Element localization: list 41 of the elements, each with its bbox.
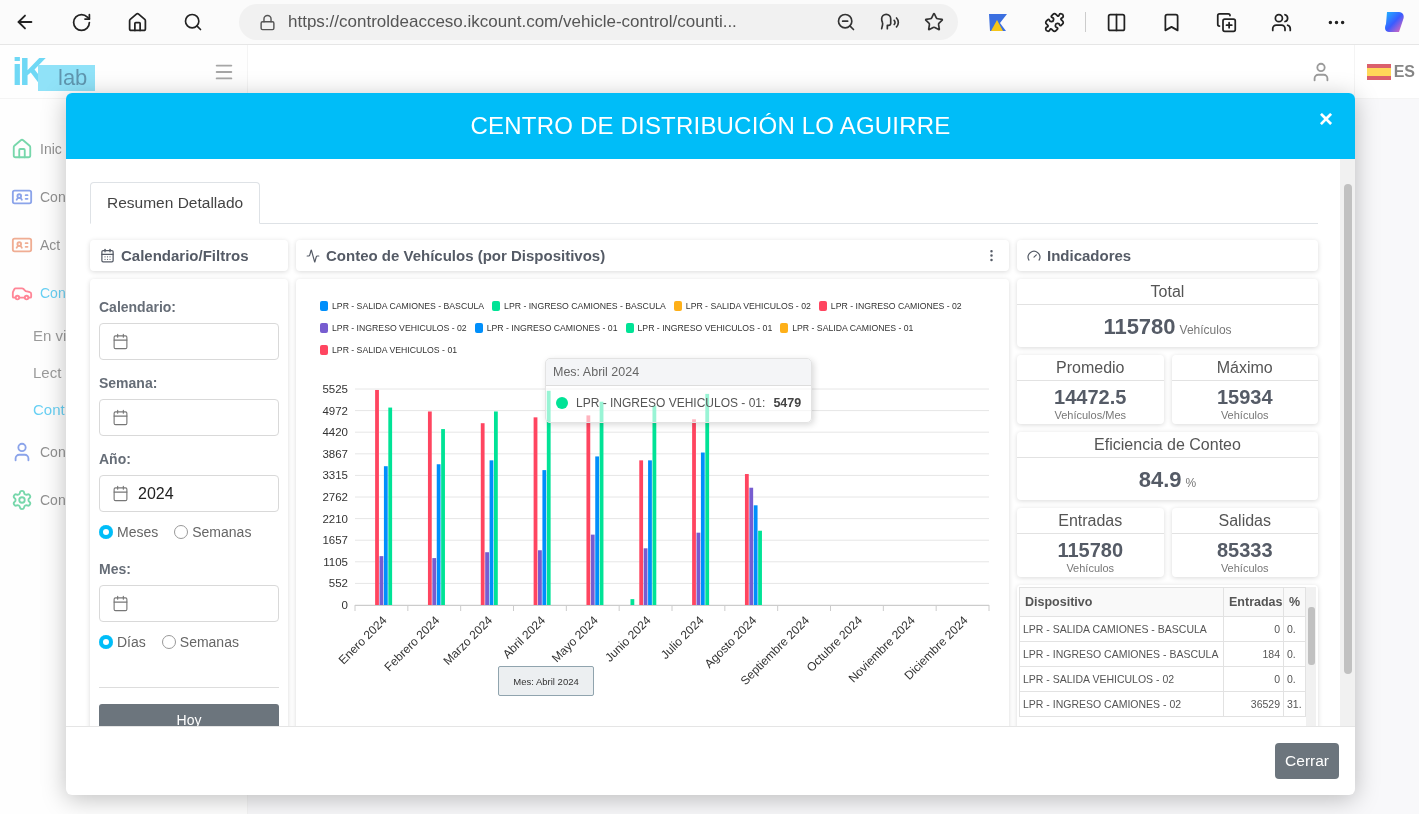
table-cell: 184: [1223, 641, 1284, 667]
column-header: Dispositivo: [1019, 587, 1224, 617]
axis-label: 2210: [322, 512, 348, 525]
axis-label: 1657: [322, 534, 348, 547]
stat-card: Entradas 115780 Vehículos: [1017, 508, 1164, 577]
axis-label: 3315: [322, 469, 348, 482]
stat-card: Salidas 85333 Vehículos: [1171, 508, 1318, 577]
axis-label: 552: [328, 577, 348, 590]
table-cell: 31.: [1283, 691, 1306, 717]
stat-card: Promedio 14472.5 Vehículos/Mes: [1017, 355, 1164, 424]
dialog-title: CENTRO DE DISTRIBUCIÓN LO AGUIRRE: [470, 112, 951, 140]
field-label: Año:: [99, 451, 132, 467]
stat-card: Máximo 15934 Vehículos: [1171, 355, 1318, 424]
axis-label: 0: [341, 599, 348, 611]
table-cell: 0: [1223, 666, 1284, 692]
table-cell: LPR - SALIDA CAMIONES - BASCULA: [1019, 616, 1224, 642]
table-cell: 0.: [1283, 666, 1306, 692]
axis-label: 4972: [322, 404, 348, 417]
table-cell: LPR - INGRESO CAMIONES - 02: [1019, 691, 1224, 717]
axis-label: 5525: [322, 383, 348, 395]
axis-label: 2762: [322, 491, 348, 503]
table-cell: 0: [1223, 616, 1284, 642]
table-cell: 36529: [1223, 691, 1284, 717]
column-header: %: [1283, 587, 1306, 617]
table-cell: LPR - SALIDA VEHICULOS - 02: [1019, 666, 1224, 692]
stat-card: Eficiencia de Conteo 84.9 %: [1017, 432, 1318, 500]
field-label: Mes:: [99, 561, 132, 577]
axis-label: 4420: [322, 426, 348, 439]
card-title: Indicadores: [1047, 247, 1133, 264]
table-cell: 0.: [1283, 641, 1306, 667]
card-title: Conteo de Vehículos (por Dispositivos): [326, 247, 607, 264]
axis-label: 3867: [322, 447, 348, 460]
card-title: Calendario/Filtros: [121, 247, 250, 264]
axis-tooltip: Mes: Abril 2024: [498, 666, 594, 696]
axis-label: 1105: [323, 555, 348, 568]
field-label: Calendario:: [99, 299, 177, 315]
table-cell: LPR - INGRESO CAMIONES - BASCULA: [1019, 641, 1224, 667]
column-header: Entradas: [1223, 587, 1284, 617]
stat-card: Total 115780 Vehículos: [1017, 279, 1318, 347]
table-cell: 0.: [1283, 616, 1306, 642]
field-label: Semana:: [99, 375, 159, 391]
